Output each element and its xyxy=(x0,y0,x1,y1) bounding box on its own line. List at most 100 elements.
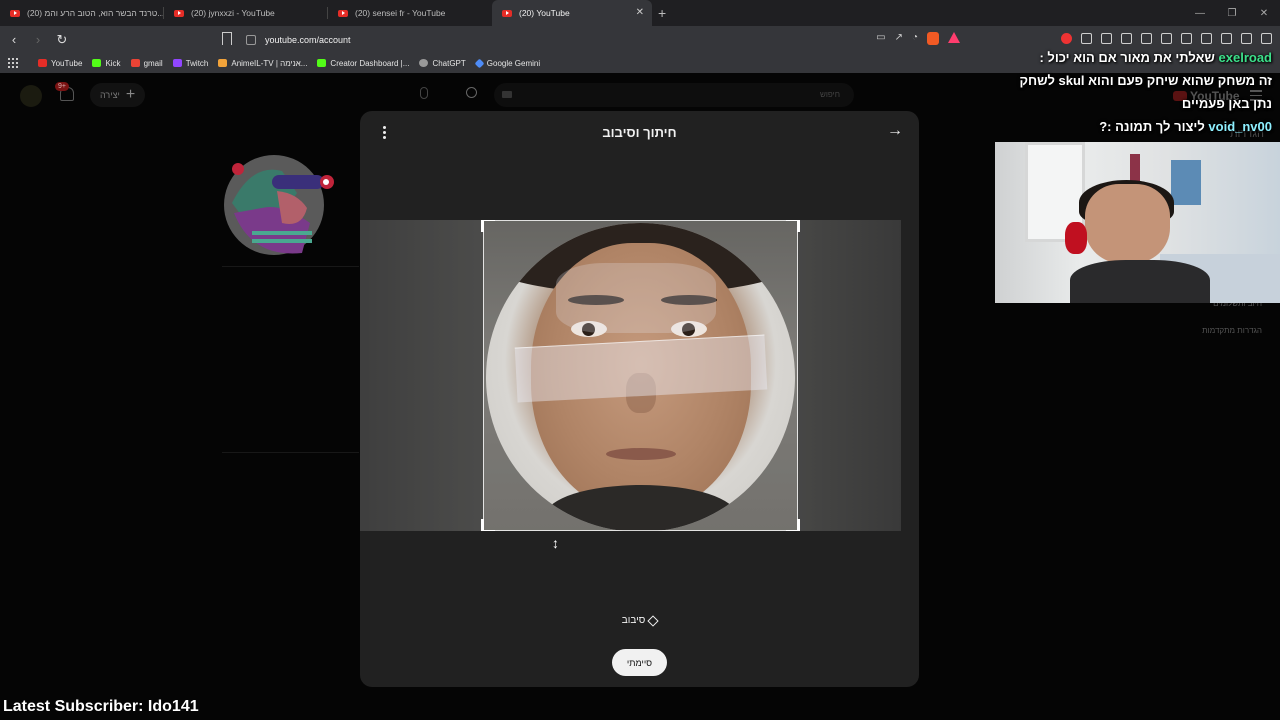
crop-frame xyxy=(483,220,798,531)
chat-text: ליצור לך תמונה : xyxy=(1107,119,1205,134)
account-avatar[interactable] xyxy=(20,85,42,107)
bookmark-youtube[interactable]: YouTube xyxy=(38,59,82,68)
chat-message: נתן באן פעמיים xyxy=(982,92,1272,115)
rotate-button[interactable]: סיבוב xyxy=(360,614,919,627)
account-illustration xyxy=(224,155,334,255)
address-bar-actions: ▭ ↗ ◔ xyxy=(876,32,960,45)
media-icon[interactable] xyxy=(1161,33,1172,44)
crop-mask-right xyxy=(798,220,901,531)
share-icon[interactable]: ↗ xyxy=(895,32,903,45)
bookmark-label: YouTube xyxy=(51,58,83,68)
download-icon[interactable] xyxy=(1141,33,1152,44)
bookmark-gemini[interactable]: Google Gemini xyxy=(474,58,541,68)
search-placeholder: חיפוש xyxy=(820,90,840,99)
microphone-icon[interactable] xyxy=(420,87,428,99)
browser-tab[interactable]: (20) טרנד הבשר הוא, הטוב הרע והמ... xyxy=(0,0,164,26)
gmail-icon xyxy=(130,59,140,67)
url-text: youtube.com/account xyxy=(265,34,351,45)
bookmark-chatgpt[interactable]: ChatGPT xyxy=(419,58,466,68)
bookmark-icon[interactable] xyxy=(222,32,232,45)
crop-handle-top-right[interactable] xyxy=(786,220,800,232)
bookmark-gmail[interactable]: gmail xyxy=(130,58,163,68)
animeil-icon xyxy=(218,59,228,67)
forward-icon[interactable]: › xyxy=(28,32,48,47)
divider xyxy=(222,266,359,267)
chat-text: זה משחק שהוא שיחק פעם והוא skul לשחק xyxy=(1019,73,1273,88)
chat-text: נתן באן פעמיים xyxy=(1181,96,1272,111)
menu-icon[interactable] xyxy=(1261,33,1272,44)
bookmark-animeil[interactable]: AnimeIL-TV | אנימה... xyxy=(218,59,307,68)
bookmark-twitch[interactable]: Twitch xyxy=(172,58,209,68)
crop-handle-top-left[interactable] xyxy=(481,220,495,232)
rss-icon[interactable]: ◔ xyxy=(912,32,918,45)
extension-icon[interactable] xyxy=(1101,33,1112,44)
crop-handle-bottom-right[interactable] xyxy=(786,519,800,531)
minimize-icon[interactable]: — xyxy=(1184,8,1216,19)
window-controls: — ❐ ✕ xyxy=(1184,0,1280,26)
search-input[interactable]: חיפוש xyxy=(494,83,854,107)
youtube-favicon-icon xyxy=(502,9,512,17)
bookmark-label: ChatGPT xyxy=(432,58,466,68)
bookmark-label: Twitch xyxy=(185,58,209,68)
reload-icon[interactable]: ↻ xyxy=(52,32,72,48)
extension-icon[interactable] xyxy=(1081,33,1092,44)
bookmark-label: Kick xyxy=(105,58,121,68)
bookmark-kick[interactable]: Kick xyxy=(92,58,121,68)
webcam-overlay xyxy=(995,142,1280,303)
wallet-icon[interactable] xyxy=(1201,33,1212,44)
bookmark-label: Google Gemini xyxy=(486,58,541,68)
stream-chat-overlay: exelroad שאלתי את מאור אם הוא יכול : זה … xyxy=(982,46,1273,138)
record-extension-icon[interactable] xyxy=(1061,33,1072,44)
back-arrow-icon[interactable]: → xyxy=(887,122,903,140)
bookmark-creator-dashboard[interactable]: Creator Dashboard |... xyxy=(317,59,409,68)
create-button[interactable]: יצירה + xyxy=(90,83,146,107)
bookmark-label: gmail xyxy=(143,58,163,68)
latest-subscriber-label: Latest Subscriber: Ido141 xyxy=(3,698,199,715)
ai-icon[interactable] xyxy=(1221,33,1232,44)
youtube-favicon-icon xyxy=(174,9,184,17)
youtube-favicon-icon xyxy=(10,9,20,17)
extension-icon[interactable] xyxy=(1121,33,1132,44)
cast-icon[interactable]: ▭ xyxy=(876,32,885,45)
keyboard-icon[interactable] xyxy=(502,91,512,98)
create-label: יצירה xyxy=(100,90,120,100)
browser-tab-active[interactable]: (20) YouTube ✕ xyxy=(492,0,652,26)
brave-rewards-icon[interactable] xyxy=(948,32,960,43)
apps-grid-icon[interactable] xyxy=(8,58,18,68)
crop-mask-left xyxy=(360,220,483,531)
close-window-icon[interactable]: ✕ xyxy=(1248,8,1280,19)
close-tab-icon[interactable]: ✕ xyxy=(636,7,644,18)
site-settings-icon[interactable] xyxy=(246,34,256,45)
kick-icon xyxy=(92,59,102,67)
browser-tab[interactable]: (20) jynxxzi - YouTube xyxy=(164,0,328,26)
search-icon[interactable] xyxy=(466,87,477,98)
kick-icon xyxy=(317,59,327,67)
youtube-favicon-icon xyxy=(338,9,348,17)
crop-handle-bottom-left[interactable] xyxy=(481,519,495,531)
crop-stage[interactable] xyxy=(360,220,901,531)
sidebar-link-advanced[interactable]: הגדרות מתקדמות xyxy=(1202,326,1262,335)
tab-label: (20) jynxxzi - YouTube xyxy=(191,8,275,18)
resize-cursor-icon: ↕ xyxy=(552,535,559,551)
chat-message: exelroad שאלתי את מאור אם הוא יכול : xyxy=(982,46,1272,69)
new-tab-button[interactable]: + xyxy=(658,5,666,21)
browser-tab[interactable]: (20) sensei fr - YouTube xyxy=(328,0,492,26)
rotate-icon xyxy=(647,614,659,627)
chat-username: void_nv00 xyxy=(1208,119,1272,134)
maximize-icon[interactable]: ❐ xyxy=(1216,8,1248,19)
done-button[interactable]: סיימתי xyxy=(612,649,667,676)
vpn-icon[interactable] xyxy=(1241,33,1252,44)
browser-tab-bar: (20) טרנד הבשר הוא, הטוב הרע והמ... (20)… xyxy=(0,0,1280,26)
gemini-icon xyxy=(474,58,485,68)
sidebar-icon[interactable] xyxy=(1181,33,1192,44)
back-icon[interactable]: ‹ xyxy=(4,32,24,47)
rotate-label: סיבוב xyxy=(621,615,646,626)
chat-message: void_nv00 ליצור לך תמונה :? xyxy=(1099,119,1272,134)
brave-shields-icon[interactable] xyxy=(927,32,939,45)
chat-message: זה משחק שהוא שיחק פעם והוא skul לשחק xyxy=(982,69,1273,92)
screen: (20) טרנד הבשר הוא, הטוב הרע והמ... (20)… xyxy=(0,0,1280,720)
crop-rotate-dialog: חיתוך וסיבוב → ↕ סיבוב סיימתי xyxy=(360,111,919,687)
bookmark-label: AnimeIL-TV | אנימה... xyxy=(231,58,308,68)
notification-badge: 9+ xyxy=(55,82,69,91)
address-bar[interactable]: youtube.com/account xyxy=(246,29,964,50)
